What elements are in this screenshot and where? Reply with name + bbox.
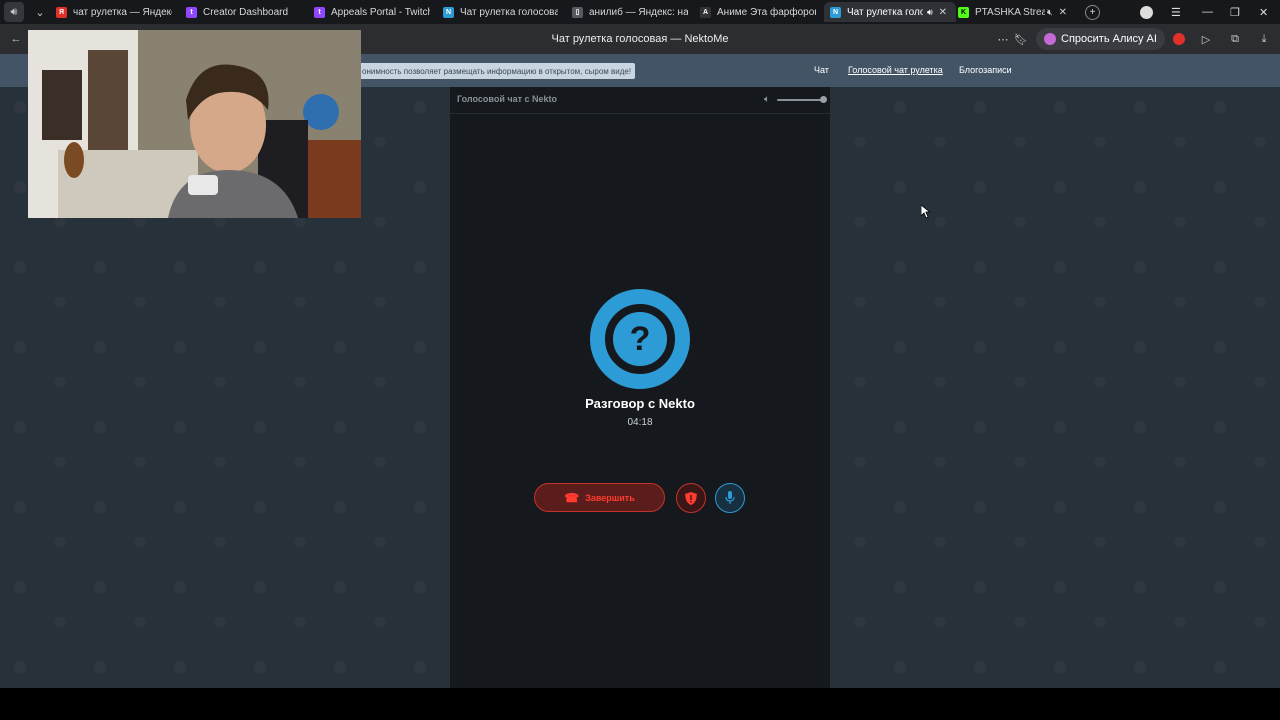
browser-tab[interactable]: N Чат рулетка голосовая — [443, 2, 558, 22]
profile-icon[interactable] — [1140, 0, 1153, 24]
alice-icon — [1044, 33, 1056, 45]
tab-list-chevron-icon[interactable]: ⌄ — [30, 2, 50, 22]
download-icon[interactable]: ⤓ — [1257, 32, 1271, 46]
end-call-button[interactable]: ☎ Завершить — [534, 483, 665, 512]
page-icon: ▯ — [572, 6, 583, 18]
more-dots-icon[interactable]: ⋯ — [996, 32, 1010, 46]
nav-link-chat[interactable]: Чат — [814, 65, 829, 75]
browser-tab[interactable]: t Appeals Portal - Twitch — [314, 2, 430, 22]
close-tab-icon[interactable]: ✕ — [1059, 7, 1067, 18]
browser-tab[interactable]: Я чат рулетка — Яндекс: н — [56, 2, 172, 22]
collections-icon[interactable]: ⧉ — [1228, 32, 1242, 46]
volume-slider-knob[interactable] — [820, 96, 827, 103]
twitch-icon: t — [186, 6, 197, 18]
partner-label: Разговор с Nekto — [585, 396, 695, 411]
call-timer: 04:18 — [627, 417, 653, 428]
nav-link-blog[interactable]: Блогозаписи — [959, 65, 1012, 75]
extension-icon[interactable] — [1172, 32, 1186, 46]
webcam-overlay — [28, 30, 361, 218]
bookmark-icon[interactable]: 🔖︎ — [1014, 32, 1028, 46]
browser-tab[interactable]: t Creator Dashboard — [186, 2, 302, 22]
twitch-icon: t — [314, 6, 325, 18]
microphone-icon — [725, 491, 735, 504]
volume-slider[interactable] — [777, 99, 823, 101]
nekto-icon: N — [443, 6, 454, 18]
tab-audio-icon[interactable]: 🔊︎ — [4, 2, 24, 22]
mouse-cursor-icon — [920, 204, 932, 224]
media-play-icon[interactable]: ▷ — [1199, 32, 1213, 46]
panel-title: Голосовой чат с Nekto — [457, 94, 558, 104]
kick-icon: K — [958, 6, 969, 18]
minimize-icon[interactable]: — — [1202, 0, 1213, 24]
alice-ai-button[interactable]: Спросить Алису AI — [1036, 28, 1165, 50]
report-button[interactable] — [676, 483, 706, 513]
hangup-phone-icon: ☎ — [564, 490, 580, 505]
volume-icon[interactable]: 🔈︎ — [764, 94, 770, 105]
tab-muted-icon[interactable]: 🔇︎ — [1047, 7, 1053, 18]
browser-tab[interactable]: A Аниме Эта фарфорова — [700, 2, 816, 22]
panel-header: Голосовой чат с Nekto 🔈︎ — [450, 87, 830, 114]
browser-tab-active[interactable]: N Чат рулетка голос 🔊︎ ✕ — [824, 2, 956, 22]
browser-tab-strip: 🔊︎ ⌄ Я чат рулетка — Яндекс: н t Creator… — [0, 0, 1280, 24]
close-tab-icon[interactable]: ✕ — [939, 7, 947, 18]
microphone-button[interactable] — [715, 483, 745, 513]
menu-icon[interactable]: ☰ — [1171, 0, 1181, 24]
restore-icon[interactable]: ❐ — [1230, 0, 1240, 24]
webcam-video — [28, 30, 361, 218]
browser-tab[interactable]: K PTASHKA Stream 🔇︎ ✕ — [958, 2, 1078, 22]
nekto-icon: N — [830, 6, 841, 18]
voice-chat-panel: Голосовой чат с Nekto 🔈︎ ? Разговор с Ne… — [450, 87, 830, 688]
bottom-bar — [0, 688, 1280, 720]
new-tab-button[interactable]: + — [1085, 0, 1100, 24]
browser-tab[interactable]: ▯ анилиб — Яндекс: нашл — [572, 2, 688, 22]
yandex-icon: Я — [56, 6, 67, 18]
anime-site-icon: A — [700, 6, 711, 18]
close-window-icon[interactable]: ✕ — [1259, 0, 1268, 24]
nav-link-voice-chat[interactable]: Голосовой чат рулетка — [848, 65, 943, 75]
partner-avatar: ? — [590, 289, 690, 389]
tab-speaker-icon[interactable]: 🔊︎ — [927, 7, 933, 18]
notice-banner: онимность позволяет размещать информацию… — [358, 63, 636, 79]
question-mark-icon: ? — [629, 319, 651, 358]
shield-icon — [685, 491, 697, 505]
